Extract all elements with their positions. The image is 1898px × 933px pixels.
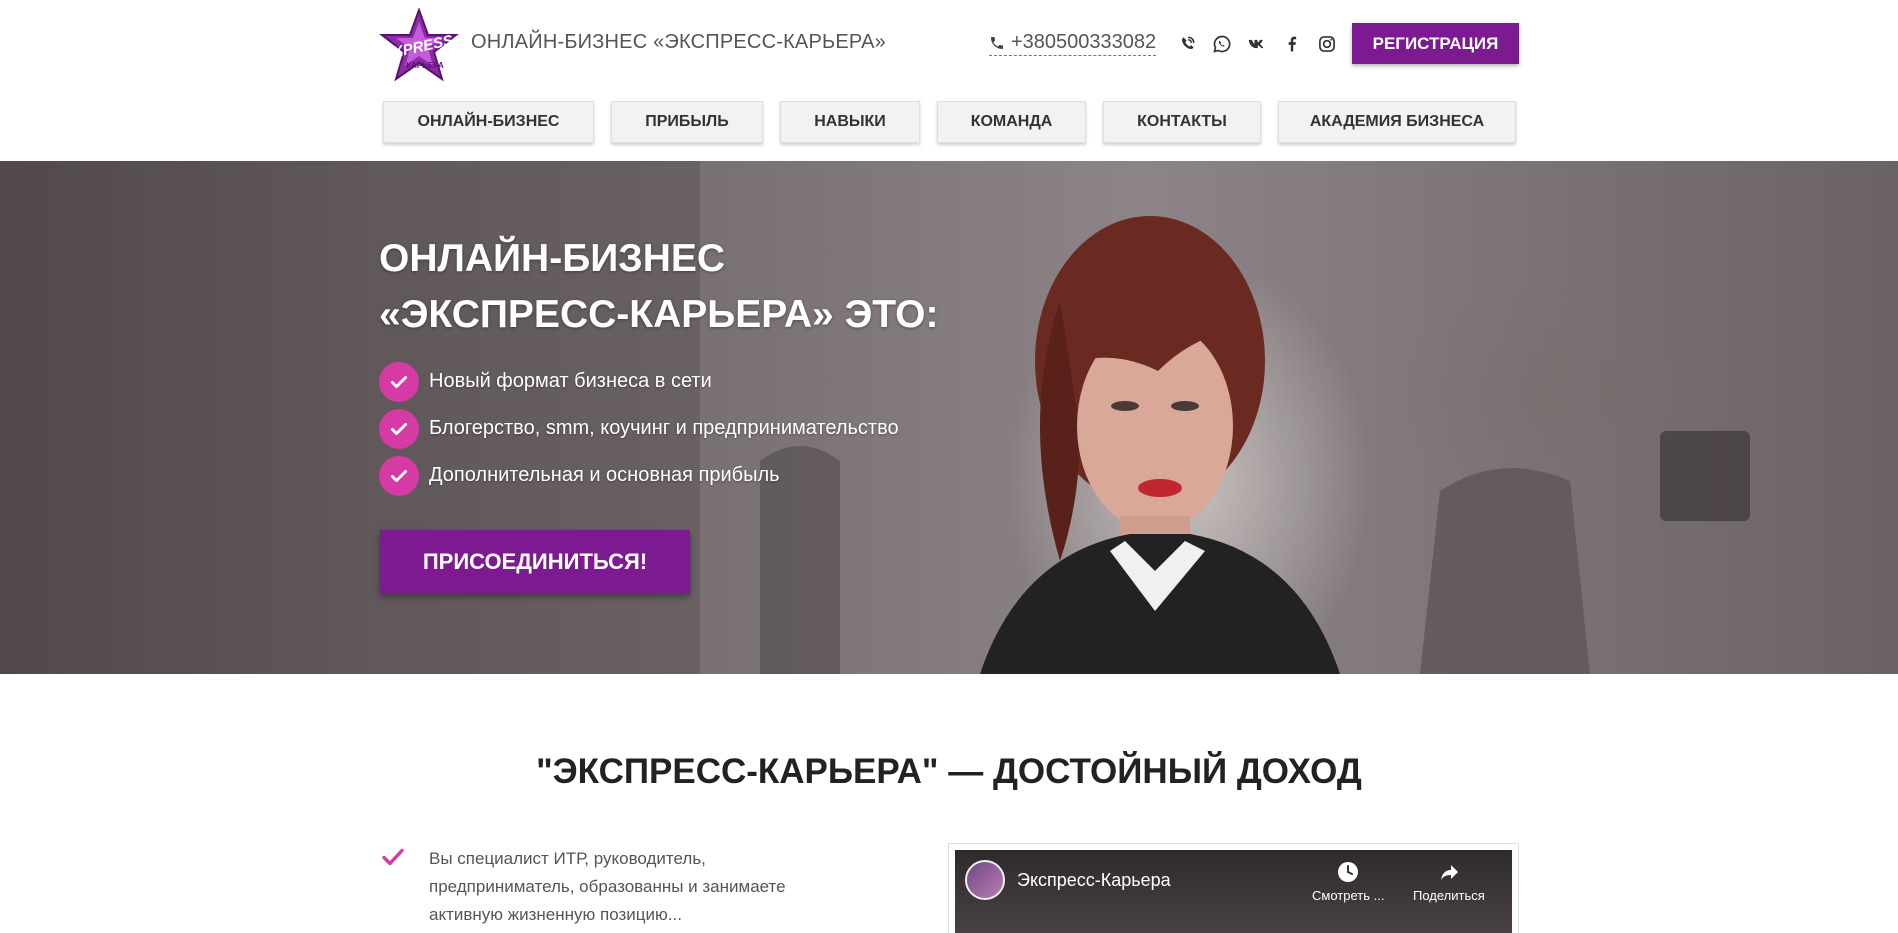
site-title: ОНЛАЙН-БИЗНЕС «ЭКСПРЕСС-КАРЬЕРА» (471, 31, 886, 53)
watch-later-button[interactable]: Смотреть ... (1312, 860, 1384, 903)
check-icon (382, 848, 404, 866)
svg-text:КАРЬЕРА: КАРЬЕРА (406, 61, 444, 70)
nav-item-skills[interactable]: НАВЫКИ (780, 101, 920, 143)
share-icon (1440, 865, 1458, 880)
benefit-text: Дополнительная и основная прибыль (429, 464, 780, 486)
site-header: EXPRESS КАРЬЕРА ОНЛАЙН-БИЗНЕС «ЭКСПРЕСС-… (0, 0, 1898, 161)
section-title: "ЭКСПРЕСС-КАРЬЕРА" — ДОСТОЙНЫЙ ДОХОД (536, 752, 1362, 791)
phone-link[interactable]: +380500333082 (989, 31, 1157, 56)
list-item: Дополнительная и основная прибыль (379, 452, 899, 499)
feature-item: Вы специалист ИТР, руководитель, предпри… (381, 845, 819, 929)
instagram-icon[interactable] (1316, 33, 1338, 55)
hero-banner: ОНЛАЙН-БИЗНЕС «ЭКСПРЕСС-КАРЬЕРА» ЭТО: Но… (0, 161, 1898, 674)
social-links (1176, 33, 1338, 55)
logo[interactable]: EXPRESS КАРЬЕРА (379, 7, 459, 82)
star-logo-icon: EXPRESS КАРЬЕРА (379, 7, 459, 82)
nav-item-online-business[interactable]: ОНЛАЙН-БИЗНЕС (383, 101, 594, 143)
feature-text: Вы специалист ИТР, руководитель, предпри… (429, 849, 786, 924)
nav-item-contacts[interactable]: КОНТАКТЫ (1103, 101, 1261, 143)
phone-icon (991, 36, 1003, 49)
nav-item-team[interactable]: КОМАНДА (937, 101, 1086, 143)
list-item: Блогерство, smm, коучинг и предпринимате… (379, 405, 899, 452)
clock-icon (1338, 862, 1359, 882)
watch-later-label: Смотреть ... (1312, 888, 1385, 903)
share-button[interactable]: Поделиться (1413, 860, 1485, 903)
video-embed[interactable]: Экспресс-Карьера Смотреть ... Поделиться (948, 843, 1519, 933)
benefits-list: Новый формат бизнеса в сети Блогерство, … (379, 358, 899, 499)
facebook-icon[interactable] (1281, 33, 1303, 55)
channel-avatar[interactable] (965, 860, 1005, 900)
register-button[interactable]: РЕГИСТРАЦИЯ (1352, 23, 1519, 64)
phone-number: +380500333082 (1011, 31, 1157, 53)
benefit-text: Новый формат бизнеса в сети (429, 370, 712, 392)
main-nav: ОНЛАЙН-БИЗНЕС ПРИБЫЛЬ НАВЫКИ КОМАНДА КОН… (383, 101, 1516, 143)
whatsapp-icon[interactable] (1211, 33, 1233, 55)
share-label: Поделиться (1413, 888, 1485, 903)
hero-title-line1: ОНЛАЙН-БИЗНЕС (379, 237, 726, 280)
nav-item-business-academy[interactable]: АКАДЕМИЯ БИЗНЕСА (1278, 101, 1516, 143)
check-icon (379, 361, 419, 402)
check-icon (379, 455, 419, 496)
join-button[interactable]: ПРИСОЕДИНИТЬСЯ! (380, 530, 690, 594)
benefit-text: Блогерство, smm, коучинг и предпринимате… (429, 417, 899, 439)
hero-title: ОНЛАЙН-БИЗНЕС «ЭКСПРЕСС-КАРЬЕРА» ЭТО: (379, 231, 1079, 343)
list-item: Новый формат бизнеса в сети (379, 358, 899, 405)
vk-icon[interactable] (1246, 33, 1268, 55)
viber-icon[interactable] (1176, 33, 1198, 55)
video-channel-title[interactable]: Экспресс-Карьера (1017, 870, 1171, 891)
check-icon (379, 408, 419, 449)
video-player[interactable]: Экспресс-Карьера Смотреть ... Поделиться (955, 850, 1512, 933)
hero-title-line2: «ЭКСПРЕСС-КАРЬЕРА» ЭТО: (379, 293, 939, 336)
nav-item-profit[interactable]: ПРИБЫЛЬ (611, 101, 763, 143)
